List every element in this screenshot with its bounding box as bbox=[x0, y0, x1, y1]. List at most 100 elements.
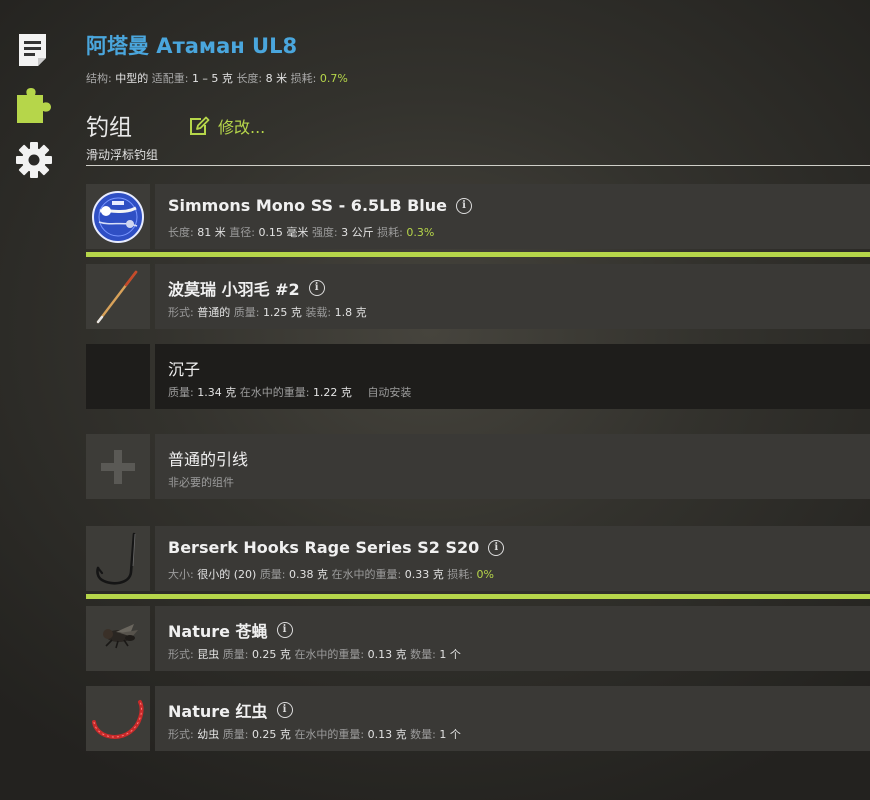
line-strength-value: 3 公斤 bbox=[341, 226, 374, 239]
bait-bloodworm-weight-value: 0.25 克 bbox=[251, 728, 291, 741]
hook-image bbox=[86, 526, 150, 591]
hook-weight-value: 0.38 克 bbox=[289, 568, 329, 581]
bait-fly-form-value: 昆虫 bbox=[197, 648, 220, 661]
rod-load-label: 适配重: bbox=[151, 72, 189, 85]
bait-bloodworm-form-value: 幼虫 bbox=[197, 728, 220, 741]
bait-bloodworm-name: Nature 红虫 bbox=[168, 702, 268, 721]
line-wear-value: 0.3% bbox=[406, 226, 435, 239]
bait-bloodworm-form-label: 形式: bbox=[168, 728, 194, 741]
float-weight-value: 1.25 克 bbox=[262, 306, 302, 319]
rod-wear-label: 损耗: bbox=[290, 72, 317, 85]
line-length-value: 81 米 bbox=[197, 226, 226, 239]
bait-slot-bloodworm[interactable]: Nature 红虫 i 形式: 幼虫 质量: 0.25 克 在水中的重量: 0.1… bbox=[86, 686, 870, 751]
add-leader-button[interactable] bbox=[86, 434, 150, 499]
bait-fly-weight-value: 0.25 克 bbox=[251, 648, 291, 661]
bait-fly-info: Nature 苍蝇 i 形式: 昆虫 质量: 0.25 克 在水中的重量: 0.1… bbox=[155, 606, 870, 671]
sinker-water-value: 1.22 克 bbox=[312, 386, 352, 399]
line-name: Simmons Mono SS - 6.5LB Blue bbox=[168, 196, 448, 215]
bait-fly-count-value: 1 个 bbox=[439, 648, 461, 661]
sinker-info: 沉子 质量: 1.34 克 在水中的重量: 1.22 克 自动安装 bbox=[155, 344, 870, 409]
sinker-weight-label: 质量: bbox=[168, 386, 194, 399]
bait-fly-weight-label: 质量: bbox=[222, 648, 249, 661]
hook-size-label: 大小: bbox=[168, 568, 194, 581]
hook-slot[interactable]: Berserk Hooks Rage Series S2 S20 i 大小: 很小… bbox=[86, 526, 870, 591]
float-info: 波莫瑞 小羽毛 #2 i 形式: 普通的 质量: 1.25 克 装载: 1.8 克 bbox=[155, 264, 870, 329]
sinker-stats: 质量: 1.34 克 在水中的重量: 1.22 克 自动安装 bbox=[168, 384, 411, 400]
bait-fly-stats: 形式: 昆虫 质量: 0.25 克 在水中的重量: 0.13 克 数量: 1 个 bbox=[168, 646, 461, 662]
hook-water-label: 在水中的重量: bbox=[331, 568, 402, 581]
bait-bloodworm-info: Nature 红虫 i 形式: 幼虫 质量: 0.25 克 在水中的重量: 0.1… bbox=[155, 686, 870, 751]
info-icon[interactable]: i bbox=[276, 702, 293, 718]
info-icon[interactable]: i bbox=[276, 622, 293, 638]
rig-section-header: 钓组 滑动浮标钓组 修改... bbox=[86, 108, 870, 166]
sinker-weight-value: 1.34 克 bbox=[197, 386, 237, 399]
edit-icon bbox=[190, 116, 210, 135]
rod-length-label: 长度: bbox=[236, 72, 263, 85]
rig-subtitle: 滑动浮标钓组 bbox=[86, 148, 159, 162]
fly-image bbox=[86, 606, 150, 671]
rod-length-value: 8 米 bbox=[265, 72, 288, 85]
bait-bloodworm-count-value: 1 个 bbox=[439, 728, 461, 741]
sinker-name: 沉子 bbox=[168, 360, 201, 379]
float-stats: 形式: 普通的 质量: 1.25 克 装载: 1.8 克 bbox=[168, 304, 367, 320]
hook-weight-label: 质量: bbox=[259, 568, 286, 581]
line-diameter-value: 0.15 毫米 bbox=[258, 226, 309, 239]
hook-size-number: (20) bbox=[233, 568, 257, 581]
hook-wear-label: 损耗: bbox=[447, 568, 473, 581]
bait-fly-water-value: 0.13 克 bbox=[367, 648, 407, 661]
line-slot[interactable]: Simmons Mono SS - 6.5LB Blue i 长度: 81 米 直… bbox=[86, 184, 870, 249]
line-info: Simmons Mono SS - 6.5LB Blue i 长度: 81 米 直… bbox=[155, 184, 870, 249]
float-form-label: 形式: bbox=[168, 306, 194, 319]
leader-info: 普通的引线 非必要的组件 bbox=[155, 434, 870, 499]
puzzle-icon[interactable] bbox=[14, 86, 54, 126]
rod-structure-label: 结构: bbox=[86, 72, 112, 85]
modify-rig-button[interactable]: 修改... bbox=[188, 114, 265, 138]
line-durability-bar bbox=[86, 252, 870, 257]
line-wear-label: 损耗: bbox=[377, 226, 403, 239]
float-load-label: 装载: bbox=[305, 306, 332, 319]
bait-slot-fly[interactable]: Nature 苍蝇 i 形式: 昆虫 质量: 0.25 克 在水中的重量: 0.1… bbox=[86, 606, 870, 671]
leader-note: 非必要的组件 bbox=[168, 476, 234, 489]
hook-water-value: 0.33 克 bbox=[404, 568, 444, 581]
info-icon[interactable]: i bbox=[488, 539, 505, 556]
hook-size-value: 很小的 bbox=[197, 568, 231, 581]
float-load-value: 1.8 克 bbox=[334, 306, 367, 319]
leader-name: 普通的引线 bbox=[168, 450, 249, 469]
bait-bloodworm-water-value: 0.13 克 bbox=[367, 728, 407, 741]
rod-stats: 结构: 中型的 适配重: 1 – 5 克 长度: 8 米 损耗: 0.7% bbox=[86, 70, 870, 86]
rod-load-value: 1 – 5 克 bbox=[191, 72, 233, 85]
float-weight-label: 质量: bbox=[233, 306, 260, 319]
line-diameter-label: 直径: bbox=[229, 226, 255, 239]
float-image bbox=[86, 264, 150, 329]
hook-wear-value: 0% bbox=[476, 568, 494, 581]
float-slot[interactable]: 波莫瑞 小羽毛 #2 i 形式: 普通的 质量: 1.25 克 装载: 1.8 克 bbox=[86, 264, 870, 329]
hook-info: Berserk Hooks Rage Series S2 S20 i 大小: 很小… bbox=[155, 526, 870, 591]
float-name: 波莫瑞 小羽毛 #2 bbox=[168, 280, 300, 299]
info-icon[interactable]: i bbox=[308, 280, 325, 296]
bait-bloodworm-count-label: 数量: bbox=[410, 728, 436, 741]
line-image bbox=[86, 184, 150, 249]
rod-title: 阿塔曼 Атаман UL8 bbox=[86, 34, 298, 58]
bait-fly-name: Nature 苍蝇 bbox=[168, 622, 268, 641]
bait-fly-form-label: 形式: bbox=[168, 648, 194, 661]
sinker-image bbox=[86, 344, 150, 409]
sinker-slot[interactable]: 沉子 质量: 1.34 克 在水中的重量: 1.22 克 自动安装 bbox=[86, 344, 870, 409]
rod-wear-value: 0.7% bbox=[319, 72, 348, 85]
line-strength-label: 强度: bbox=[311, 226, 338, 239]
bait-fly-water-label: 在水中的重量: bbox=[294, 648, 365, 661]
document-icon[interactable] bbox=[14, 30, 54, 70]
info-icon[interactable]: i bbox=[456, 197, 473, 214]
gear-icon[interactable] bbox=[14, 140, 54, 180]
sinker-auto-label: 自动安装 bbox=[367, 386, 412, 399]
bait-bloodworm-stats: 形式: 幼虫 质量: 0.25 克 在水中的重量: 0.13 克 数量: 1 个 bbox=[168, 726, 461, 742]
plus-icon bbox=[101, 450, 135, 484]
float-form-value: 普通的 bbox=[197, 306, 231, 319]
rod-header: 阿塔曼 Атаман UL8 结构: 中型的 适配重: 1 – 5 克 长度: … bbox=[86, 30, 870, 86]
hook-durability-bar bbox=[86, 594, 870, 599]
hook-stats: 大小: 很小的 (20) 质量: 0.38 克 在水中的重量: 0.33 克 损… bbox=[168, 566, 494, 582]
bloodworm-image bbox=[86, 686, 150, 751]
bait-fly-count-label: 数量: bbox=[410, 648, 436, 661]
sinker-water-label: 在水中的重量: bbox=[239, 386, 310, 399]
hook-name: Berserk Hooks Rage Series S2 S20 bbox=[168, 538, 480, 557]
leader-slot[interactable]: 普通的引线 非必要的组件 bbox=[86, 434, 870, 499]
